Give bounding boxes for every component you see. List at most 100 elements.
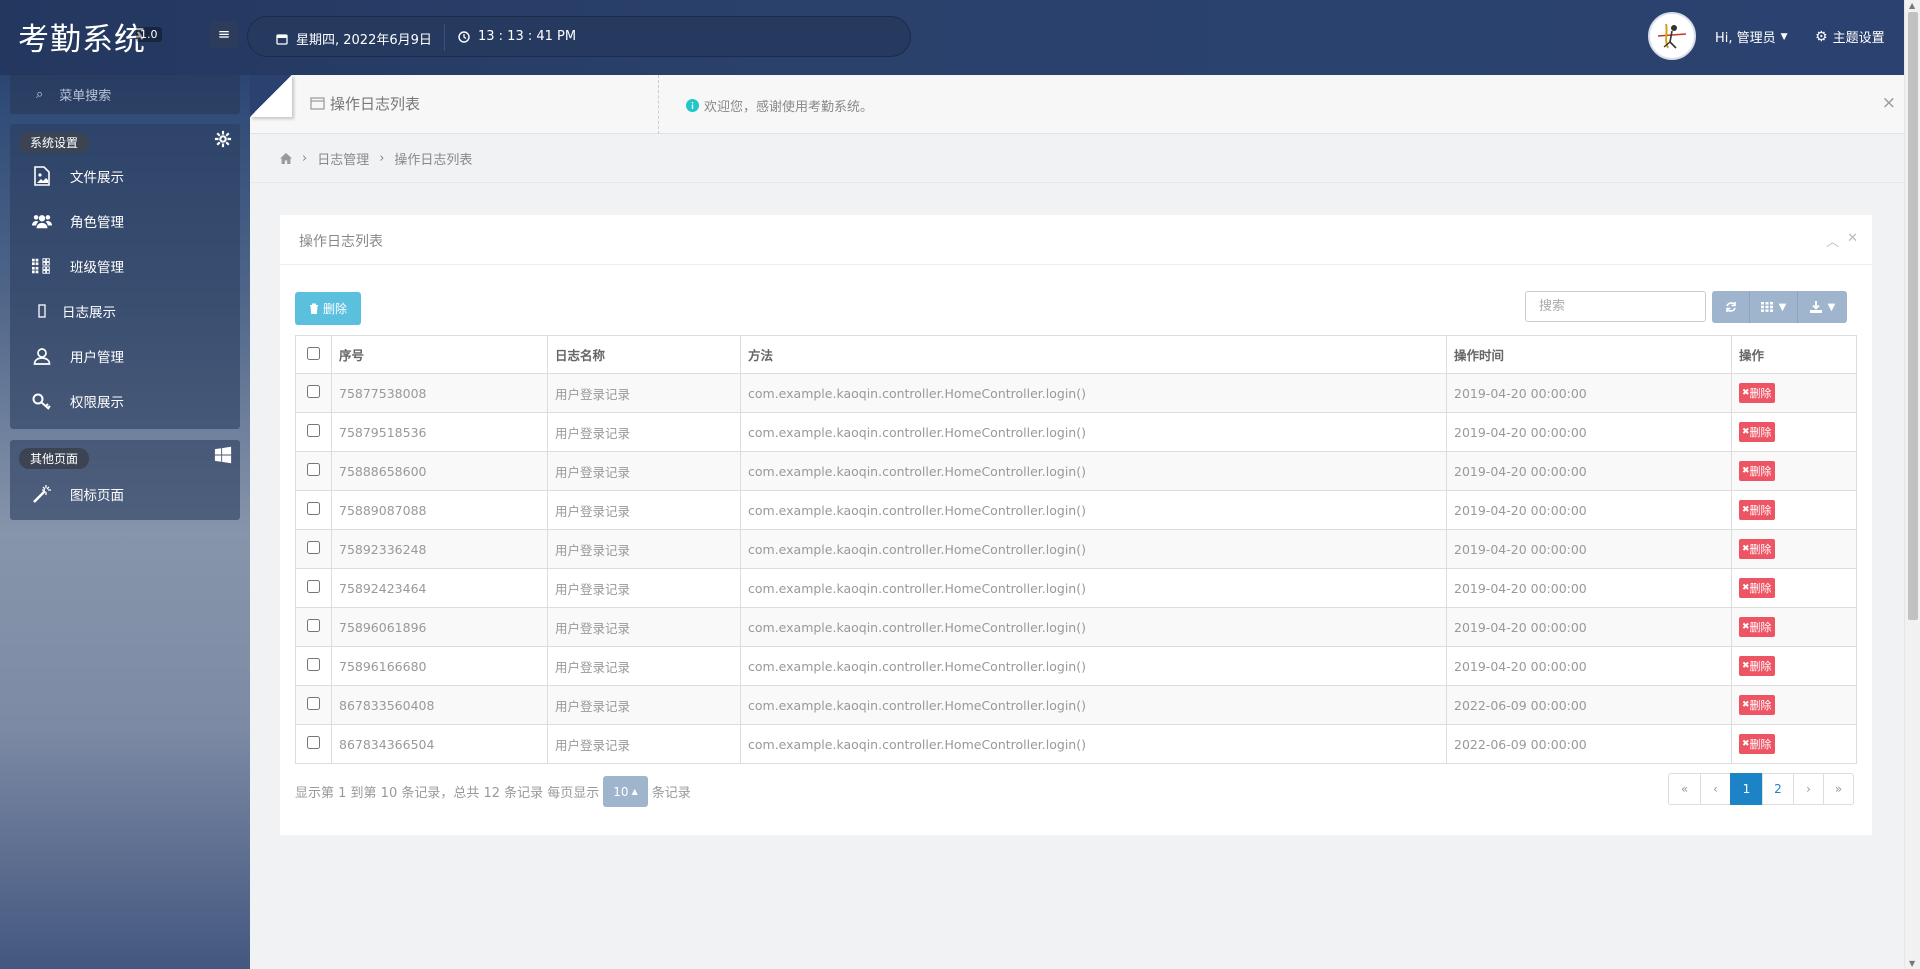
- row-select-cell: [295, 646, 332, 686]
- user-icon: [32, 346, 52, 366]
- breadcrumb-current: 操作日志列表: [394, 152, 473, 168]
- page-button-1[interactable]: 1: [1730, 773, 1763, 805]
- row-checkbox[interactable]: [307, 580, 320, 593]
- table-search-input[interactable]: [1525, 291, 1706, 322]
- bulk-delete-label: 删除: [322, 302, 347, 316]
- scroll-thumb[interactable]: [1908, 12, 1918, 620]
- gear-icon: ⚙: [1815, 28, 1828, 45]
- row-checkbox[interactable]: [307, 658, 320, 671]
- sidebar-item-logs[interactable]: 日志展示: [32, 297, 116, 325]
- sidebar-item-permissions[interactable]: 权限展示: [32, 387, 124, 415]
- panel-tools: ︿ ✕: [1826, 231, 1858, 250]
- row-delete-button[interactable]: ✖ 删除: [1739, 656, 1775, 676]
- close-icon: ✖: [1742, 583, 1750, 593]
- table-row[interactable]: 75892336248 用户登录记录 com.example.kaoqin.cont…: [295, 529, 1857, 569]
- current-time: 13 : 13 : 41 PM: [478, 29, 577, 44]
- table-row[interactable]: 867833560408 用户登录记录 com.example.kaoqin.con…: [295, 685, 1857, 725]
- grid-icon: [32, 256, 52, 276]
- column-header-method[interactable]: 方法: [740, 335, 1447, 374]
- close-icon[interactable]: ✕: [1847, 231, 1858, 250]
- row-checkbox[interactable]: [307, 619, 320, 632]
- select-all-checkbox[interactable]: [307, 346, 320, 360]
- tab-operation-log-list[interactable]: 操作日志列表: [310, 93, 420, 114]
- column-header-time[interactable]: 操作时间: [1446, 335, 1732, 374]
- table-row[interactable]: 75892423464 用户登录记录 com.example.kaoqin.cont…: [295, 568, 1857, 608]
- cell-action: ✖ 删除: [1731, 724, 1857, 764]
- cell-id: 75896061896: [331, 607, 548, 647]
- scroll-down-arrow[interactable]: ▼: [1909, 959, 1915, 968]
- row-delete-button[interactable]: ✖ 删除: [1739, 695, 1775, 715]
- sidebar-item-classes[interactable]: 班级管理: [32, 252, 124, 280]
- row-checkbox[interactable]: [307, 697, 320, 710]
- cell-name: 用户登录记录: [547, 724, 741, 764]
- sidebar-item-roles[interactable]: 角色管理: [32, 207, 124, 235]
- key-icon: [32, 391, 52, 411]
- collapse-icon[interactable]: ︿: [1826, 231, 1839, 250]
- cell-action: ✖ 删除: [1731, 490, 1857, 530]
- row-delete-button[interactable]: ✖ 删除: [1739, 539, 1775, 559]
- menu-search[interactable]: ⌕ 菜单搜索: [10, 74, 240, 114]
- row-checkbox[interactable]: [307, 541, 320, 554]
- close-icon: ✖: [1742, 700, 1750, 710]
- first-page-button[interactable]: «: [1668, 773, 1701, 805]
- row-delete-button[interactable]: ✖ 删除: [1739, 500, 1775, 520]
- row-checkbox[interactable]: [307, 385, 320, 398]
- row-delete-button[interactable]: ✖ 删除: [1739, 734, 1775, 754]
- bulk-delete-button[interactable]: 删除: [295, 292, 361, 325]
- windows-icon[interactable]: [214, 446, 232, 464]
- menu-toggle-button[interactable]: ≡: [210, 21, 238, 48]
- row-checkbox[interactable]: [307, 736, 320, 749]
- last-page-button[interactable]: »: [1823, 773, 1854, 805]
- theme-settings-button[interactable]: ⚙ 主题设置: [1815, 27, 1885, 47]
- page-size-dropdown[interactable]: 10 ▲: [603, 776, 648, 807]
- tab-fold-corner: [250, 75, 292, 117]
- page-scrollbar[interactable]: ▲ ▼: [1904, 0, 1920, 969]
- tab-label: 操作日志列表: [330, 95, 421, 113]
- row-checkbox[interactable]: [307, 463, 320, 476]
- close-icon: ✖: [1742, 544, 1750, 554]
- home-icon[interactable]: [280, 152, 292, 164]
- column-header-name[interactable]: 日志名称: [547, 335, 741, 374]
- table-row[interactable]: 867834366504 用户登录记录 com.example.kaoqin.con…: [295, 724, 1857, 764]
- prev-page-button[interactable]: ‹: [1700, 773, 1731, 805]
- table-row[interactable]: 75879518536 用户登录记录 com.example.kaoqin.cont…: [295, 412, 1857, 452]
- date-time-bar: 星期四, 2022年6月9日 13 : 13 : 41 PM: [247, 16, 911, 57]
- sidebar-item-icons[interactable]: 图标页面: [32, 480, 124, 508]
- clock-icon: [458, 30, 470, 43]
- row-checkbox[interactable]: [307, 424, 320, 437]
- table-row[interactable]: 75888658600 用户登录记录 com.example.kaoqin.cont…: [295, 451, 1857, 491]
- export-button[interactable]: ▼: [1798, 291, 1847, 323]
- gear-icon[interactable]: [214, 130, 232, 148]
- row-delete-label: 删除: [1749, 582, 1772, 595]
- breadcrumb-section[interactable]: 日志管理: [317, 149, 369, 168]
- table-row[interactable]: 75896061896 用户登录记录 com.example.kaoqin.cont…: [295, 607, 1857, 647]
- table-row[interactable]: 75877538008 用户登录记录 com.example.kaoqin.cont…: [295, 373, 1857, 413]
- row-delete-button[interactable]: ✖ 删除: [1739, 383, 1775, 403]
- row-delete-button[interactable]: ✖ 删除: [1739, 617, 1775, 637]
- cell-name: 用户登录记录: [547, 685, 741, 725]
- close-icon: ✖: [1742, 427, 1750, 437]
- sidebar-item-files[interactable]: 文件展示: [32, 162, 124, 190]
- row-delete-button[interactable]: ✖ 删除: [1739, 461, 1775, 481]
- cell-id: 75879518536: [331, 412, 548, 452]
- row-delete-button[interactable]: ✖ 删除: [1739, 422, 1775, 442]
- sidebar-item-users[interactable]: 用户管理: [32, 342, 124, 370]
- columns-toggle-button[interactable]: ▼: [1750, 291, 1798, 323]
- sidebar-item-label: 角色管理: [70, 215, 124, 231]
- calendar-icon: [276, 33, 288, 45]
- sidebar-item-label: 文件展示: [70, 170, 124, 186]
- cell-method: com.example.kaoqin.controller.HomeContro…: [740, 646, 1447, 686]
- row-delete-button[interactable]: ✖ 删除: [1739, 578, 1775, 598]
- page-button-2[interactable]: 2: [1762, 773, 1794, 805]
- close-welcome-button[interactable]: ×: [1882, 93, 1896, 113]
- cell-time: 2019-04-20 00:00:00: [1446, 451, 1732, 491]
- refresh-button[interactable]: [1712, 291, 1750, 323]
- user-menu-dropdown[interactable]: Hi, 管理员 ▼: [1715, 27, 1788, 46]
- avatar[interactable]: [1648, 12, 1696, 60]
- column-header-id[interactable]: 序号: [331, 335, 548, 374]
- table-row[interactable]: 75889087088 用户登录记录 com.example.kaoqin.cont…: [295, 490, 1857, 530]
- next-page-button[interactable]: ›: [1793, 773, 1824, 805]
- scroll-up-arrow[interactable]: ▲: [1909, 1, 1915, 10]
- table-row[interactable]: 75896166680 用户登录记录 com.example.kaoqin.cont…: [295, 646, 1857, 686]
- row-checkbox[interactable]: [307, 502, 320, 515]
